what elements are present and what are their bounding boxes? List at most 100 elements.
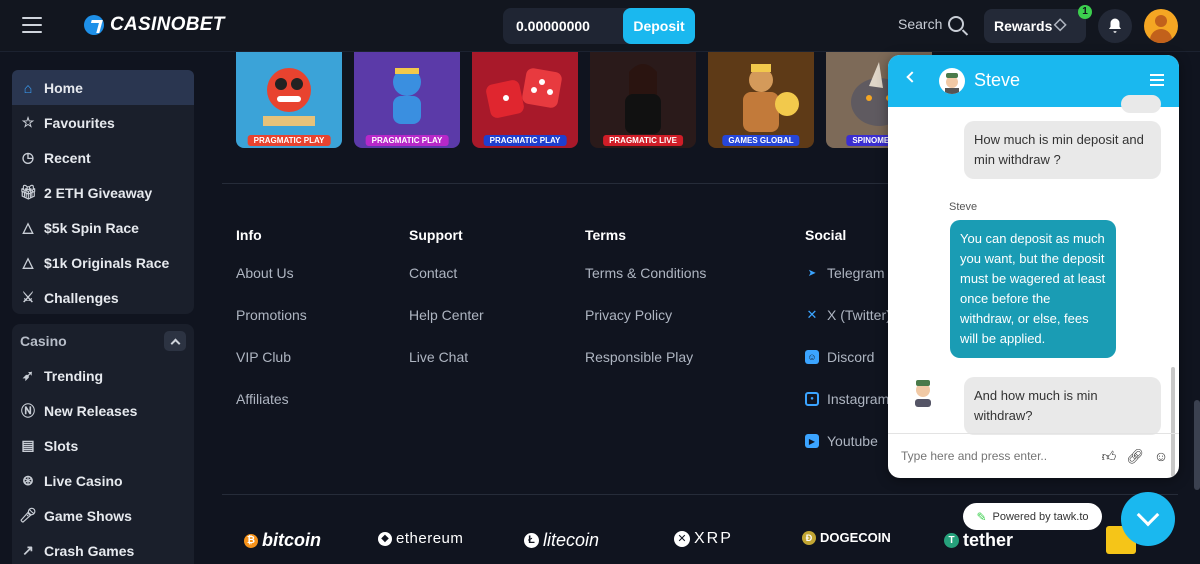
crypto-logo-tether: T tether	[944, 530, 1013, 551]
swords-icon: ⚔	[21, 289, 35, 305]
tawk-icon: ✎	[976, 509, 987, 524]
emoji-icon[interactable]: ☺	[1153, 448, 1169, 464]
sidebar-item-new-releases[interactable]: Ⓝ New Releases	[12, 393, 194, 428]
collapse-button[interactable]	[164, 331, 186, 351]
social-link-label: Instagram	[827, 391, 890, 407]
deposit-button[interactable]: Deposit	[623, 8, 695, 44]
crypto-name: tether	[963, 530, 1014, 550]
notifications-button[interactable]	[1098, 9, 1132, 43]
sidebar-item-slots[interactable]: ▤ Slots	[12, 428, 194, 463]
sidebar-item-label: New Releases	[44, 402, 138, 419]
social-link-x[interactable]: ✕ X (Twitter)	[805, 307, 891, 349]
new-icon: Ⓝ	[21, 402, 35, 419]
chat-widget: Steve How much is min deposit and min wi…	[888, 55, 1179, 478]
warning-icon: △	[22, 219, 34, 235]
chevron-down-icon	[1136, 503, 1160, 527]
rocket-icon: ➶	[22, 367, 34, 383]
sidebar-item-live-casino[interactable]: ⊛ Live Casino	[12, 463, 194, 498]
footer-link[interactable]: About Us	[236, 265, 307, 307]
logo[interactable]: CASINOBET	[84, 14, 225, 36]
gift-icon: 🎁︎	[19, 184, 37, 200]
sidebar-item-spin-race[interactable]: △ $5k Spin Race	[12, 210, 194, 245]
telegram-icon: ➤	[807, 267, 817, 279]
crypto-logo-dogecoin: Ð DOGECOIN	[802, 530, 891, 545]
crypto-logo-litecoin: Ł litecoin	[524, 530, 599, 551]
footer-link[interactable]: Privacy Policy	[585, 307, 706, 349]
back-arrow-icon[interactable]	[906, 71, 918, 83]
search-button[interactable]: Search	[898, 16, 965, 32]
sidebar-item-favourites[interactable]: ☆ Favourites	[12, 105, 194, 140]
footer-link[interactable]: Contact	[409, 265, 484, 307]
social-link-discord[interactable]: ☺ Discord	[805, 349, 891, 391]
menu-icon[interactable]	[22, 17, 42, 33]
top-bar: CASINOBET 0.00000000 ₿ Deposit Search Re…	[0, 0, 1200, 52]
casino-label: Casino	[20, 333, 67, 349]
rewards-badge: 1	[1078, 5, 1092, 19]
footer-social-column: Social ➤ Telegram ✕ X (Twitter) ☺ Discor…	[805, 227, 891, 475]
chat-message-input[interactable]	[901, 449, 1091, 463]
crypto-name: DOGECOIN	[820, 530, 891, 545]
social-link-label: Discord	[827, 349, 875, 365]
sidebar-casino: Casino ➶ Trending Ⓝ New Releases ▤ Slots…	[12, 324, 194, 564]
game-provider-label: PRAGMATIC PLAY	[365, 135, 449, 146]
sidebar-item-game-shows[interactable]: 🎤︎ Game Shows	[12, 498, 194, 533]
sidebar-item-recent[interactable]: ◷ Recent	[12, 140, 194, 175]
wallet-balance[interactable]: 0.00000000 ₿ Deposit	[503, 8, 695, 44]
footer-link[interactable]: Terms & Conditions	[585, 265, 706, 307]
agent-name: Steve	[974, 70, 1021, 90]
footer-link[interactable]: Responsible Play	[585, 349, 706, 391]
page-scrollbar[interactable]	[1194, 400, 1200, 490]
powered-by-badge[interactable]: ✎ Powered by tawk.to	[963, 503, 1102, 530]
user-avatar[interactable]	[1144, 9, 1178, 43]
casino-section-header[interactable]: Casino	[12, 324, 194, 358]
chat-menu-icon[interactable]	[1150, 74, 1164, 89]
sidebar-main: ⌂ Home ☆ Favourites ◷ Recent 🎁︎ 2 ETH Gi…	[12, 70, 194, 314]
user-message: And how much is min withdraw?	[964, 377, 1161, 435]
footer-terms-column: Terms Terms & Conditions Privacy Policy …	[585, 227, 706, 391]
sidebar-item-label: Favourites	[44, 114, 115, 131]
social-link-instagram[interactable]: ● Instagram	[805, 391, 891, 433]
game-thumbnail	[393, 68, 421, 124]
thumbs-up-icon[interactable]: 👍︎	[1101, 448, 1117, 464]
user-message: How much is min deposit and min withdraw…	[964, 121, 1161, 179]
game-card[interactable]: GAMES GLOBAL	[708, 52, 814, 148]
balance-value: 0.00000000	[516, 18, 590, 34]
sidebar-item-label: Recent	[44, 149, 91, 166]
chat-toggle-button[interactable]	[1121, 492, 1175, 546]
rewards-button[interactable]: Rewards ◇ 1	[984, 5, 1092, 43]
game-card[interactable]: PRAGMATIC PLAY	[472, 52, 578, 148]
bitcoin-icon: ₿	[244, 533, 258, 548]
game-provider-label: PRAGMATIC PLAY	[483, 135, 567, 146]
social-link-label: Youtube	[827, 433, 878, 449]
game-strip: PRAGMATIC PLAY PRAGMATIC PLAY PRAGMATIC …	[236, 52, 932, 148]
logo-icon	[84, 15, 104, 35]
game-card[interactable]: PRAGMATIC PLAY	[354, 52, 460, 148]
footer-link[interactable]: Affiliates	[236, 391, 307, 433]
footer-support-column: Support Contact Help Center Live Chat	[409, 227, 484, 391]
footer-link[interactable]: Promotions	[236, 307, 307, 349]
sidebar-item-eth-giveaway[interactable]: 🎁︎ 2 ETH Giveaway	[12, 175, 194, 210]
slot-machine-icon: ▤	[21, 437, 35, 453]
crypto-name: ethereum	[396, 530, 464, 547]
discord-icon: ☺	[805, 350, 819, 364]
chat-input-row: 👍︎ 🔗︎ ☺	[888, 433, 1179, 478]
attachment-icon[interactable]: 🔗︎	[1126, 448, 1144, 464]
footer-link[interactable]: VIP Club	[236, 349, 307, 391]
game-card[interactable]: PRAGMATIC PLAY	[236, 52, 342, 148]
footer-link[interactable]: Live Chat	[409, 349, 484, 391]
sidebar-item-label: Crash Games	[44, 542, 135, 559]
ethereum-icon: ◆	[378, 531, 392, 546]
footer-link[interactable]: Help Center	[409, 307, 484, 349]
social-link-telegram[interactable]: ➤ Telegram	[805, 265, 891, 307]
sidebar-item-originals-race[interactable]: △ $1k Originals Race	[12, 245, 194, 280]
powered-by-label: Powered by tawk.to	[992, 510, 1089, 523]
instagram-icon: ●	[805, 392, 819, 406]
sidebar-item-label: Challenges	[44, 289, 119, 306]
social-link-youtube[interactable]: ▶ Youtube	[805, 433, 891, 475]
game-card[interactable]: PRAGMATIC LIVE	[590, 52, 696, 148]
sidebar-item-challenges[interactable]: ⚔ Challenges	[12, 280, 194, 315]
sidebar-item-crash-games[interactable]: ↗ Crash Games	[12, 533, 194, 564]
sidebar-item-trending[interactable]: ➶ Trending	[12, 358, 194, 393]
chip-icon: ⊛	[22, 472, 34, 488]
sidebar-item-home[interactable]: ⌂ Home	[12, 70, 194, 105]
